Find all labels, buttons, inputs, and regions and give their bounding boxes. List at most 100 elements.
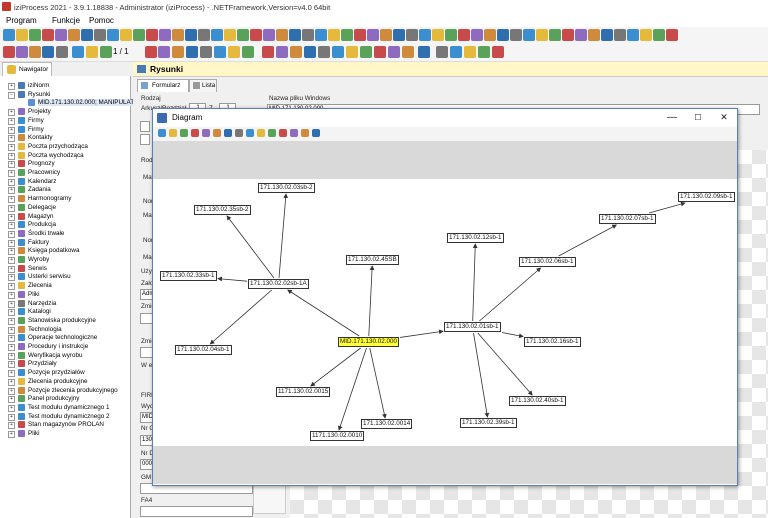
fa4-field[interactable] bbox=[140, 506, 253, 517]
nav-item[interactable]: + Pozycje zlecenia produkcyjnego bbox=[0, 386, 130, 396]
close-button[interactable]: ✕ bbox=[717, 112, 731, 123]
toolbar-button-3[interactable] bbox=[29, 29, 41, 41]
diagram-node[interactable]: 171.130.02.09sb-1 bbox=[678, 192, 735, 202]
tab-navigator[interactable]: Nawigator bbox=[2, 62, 52, 76]
nav-item[interactable]: + Procedury i instrukcje bbox=[0, 343, 130, 352]
nav-item[interactable]: MID.171.130.02.000; MANIPULAT bbox=[0, 99, 135, 108]
toolbar-button-12[interactable] bbox=[146, 29, 158, 41]
expand-toggle[interactable]: + bbox=[8, 352, 15, 360]
expand-toggle[interactable]: + bbox=[8, 309, 15, 317]
record-toolbar-button-4[interactable] bbox=[42, 46, 54, 58]
expand-toggle[interactable]: + bbox=[8, 178, 15, 186]
expand-toggle[interactable]: + bbox=[8, 248, 15, 256]
record-toolbar-button-30[interactable] bbox=[450, 46, 462, 58]
expand-toggle[interactable]: + bbox=[8, 404, 15, 412]
expand-toggle[interactable]: + bbox=[8, 326, 15, 334]
toolbar-button-13[interactable] bbox=[159, 29, 171, 41]
record-toolbar-button-17[interactable] bbox=[262, 46, 274, 58]
diagram-tool-7[interactable] bbox=[224, 129, 232, 137]
record-toolbar-button-9[interactable] bbox=[145, 46, 157, 58]
toolbar-button-2[interactable] bbox=[16, 29, 28, 41]
diagram-node[interactable]: 171.130.02.33sb-1 bbox=[160, 271, 217, 281]
toolbar-button-6[interactable] bbox=[68, 29, 80, 41]
expand-toggle[interactable]: + bbox=[8, 300, 15, 308]
diagram-node[interactable]: 171.130.02.40sb-1 bbox=[509, 396, 566, 406]
toolbar-button-41[interactable] bbox=[523, 29, 535, 41]
nav-item[interactable]: + Prognozy bbox=[0, 160, 130, 169]
toolbar-button-10[interactable] bbox=[120, 29, 132, 41]
diagram-node[interactable]: 171.130.02.01sb-1 bbox=[444, 322, 501, 332]
diagram-tool-12[interactable] bbox=[279, 129, 287, 137]
expand-toggle[interactable]: + bbox=[8, 317, 15, 325]
toolbar-button-11[interactable] bbox=[133, 29, 145, 41]
record-toolbar-button-12[interactable] bbox=[186, 46, 198, 58]
toolbar-button-16[interactable] bbox=[198, 29, 210, 41]
toolbar-button-42[interactable] bbox=[536, 29, 548, 41]
diagram-tool-2[interactable] bbox=[169, 129, 177, 137]
diagram-node[interactable]: 171.130.02.12sb-1 bbox=[447, 233, 504, 243]
nav-item[interactable]: + Serwis bbox=[0, 264, 130, 274]
nav-item[interactable]: + Pozycje przydziałów bbox=[0, 369, 130, 378]
toolbar-button-36[interactable] bbox=[458, 29, 470, 41]
record-toolbar-button-16[interactable] bbox=[242, 46, 254, 58]
nav-item[interactable]: + Faktury bbox=[0, 238, 130, 248]
expand-toggle[interactable]: + bbox=[8, 204, 15, 212]
record-toolbar-button-29[interactable] bbox=[436, 46, 448, 58]
expand-toggle[interactable]: + bbox=[8, 283, 15, 291]
expand-toggle[interactable]: + bbox=[8, 387, 15, 395]
nav-item[interactable]: + Pliki bbox=[0, 430, 130, 439]
diagram-tool-1[interactable] bbox=[158, 129, 166, 137]
toolbar-button-31[interactable] bbox=[393, 29, 405, 41]
nav-item[interactable]: + Test modułu dynamicznego 2 bbox=[0, 412, 130, 422]
record-toolbar-button-2[interactable] bbox=[16, 46, 28, 58]
toolbar-button-15[interactable] bbox=[185, 29, 197, 41]
record-toolbar-button-7[interactable] bbox=[86, 46, 98, 58]
toolbar-button-48[interactable] bbox=[614, 29, 626, 41]
diagram-node[interactable]: MID.171.130.02.000 bbox=[338, 337, 400, 347]
toolbar-button-26[interactable] bbox=[328, 29, 340, 41]
expand-toggle[interactable]: + bbox=[8, 187, 15, 195]
toolbar-button-25[interactable] bbox=[315, 29, 327, 41]
toolbar-button-8[interactable] bbox=[94, 29, 106, 41]
toolbar-button-22[interactable] bbox=[276, 29, 288, 41]
expand-toggle[interactable]: + bbox=[8, 83, 15, 90]
record-toolbar-button-22[interactable] bbox=[332, 46, 344, 58]
diagram-node[interactable]: 171.130.02.16sb-1 bbox=[524, 337, 581, 347]
diagram-tool-3[interactable] bbox=[180, 129, 188, 137]
toolbar-button-24[interactable] bbox=[302, 29, 314, 41]
menu-funkcje[interactable]: Funkcje bbox=[52, 16, 80, 25]
expand-toggle[interactable]: + bbox=[8, 170, 15, 177]
nav-item[interactable]: + Usterki serwisu bbox=[0, 273, 130, 282]
expand-toggle[interactable]: + bbox=[8, 361, 15, 369]
nav-item[interactable]: + Firmy bbox=[0, 116, 130, 126]
nav-item[interactable]: + Firmy bbox=[0, 125, 130, 135]
diagram-tool-8[interactable] bbox=[235, 129, 243, 137]
tab-lista[interactable]: Lista bbox=[189, 79, 217, 93]
nav-item[interactable]: + iziNorm bbox=[0, 82, 130, 91]
nav-item[interactable]: + Przydziały bbox=[0, 360, 130, 369]
nav-item[interactable]: − Rysunki bbox=[0, 90, 130, 100]
expand-toggle[interactable]: + bbox=[8, 344, 15, 351]
nav-item[interactable]: + Pliki bbox=[0, 290, 130, 300]
expand-toggle[interactable]: + bbox=[8, 239, 15, 247]
diagram-tool-6[interactable] bbox=[213, 129, 221, 137]
record-toolbar-button-24[interactable] bbox=[360, 46, 372, 58]
nav-item[interactable]: + Kalendarz bbox=[0, 177, 130, 187]
nav-item[interactable]: + Stanowiska produkcyjne bbox=[0, 316, 130, 326]
diagram-tool-14[interactable] bbox=[301, 129, 309, 137]
toolbar-button-44[interactable] bbox=[562, 29, 574, 41]
nav-item[interactable]: + Delegacje bbox=[0, 203, 130, 213]
nav-item[interactable]: + Księga podatkowa bbox=[0, 247, 130, 256]
toolbar-button-43[interactable] bbox=[549, 29, 561, 41]
toolbar-button-20[interactable] bbox=[250, 29, 262, 41]
expand-toggle[interactable]: + bbox=[8, 378, 15, 386]
expand-toggle[interactable]: + bbox=[8, 274, 15, 282]
toolbar-button-9[interactable] bbox=[107, 29, 119, 41]
toolbar-button-38[interactable] bbox=[484, 29, 496, 41]
toolbar-button-18[interactable] bbox=[224, 29, 236, 41]
record-toolbar-button-11[interactable] bbox=[172, 46, 184, 58]
nav-item[interactable]: + Technologia bbox=[0, 325, 130, 335]
expand-toggle[interactable]: + bbox=[8, 431, 15, 438]
toolbar-button-33[interactable] bbox=[419, 29, 431, 41]
diagram-node[interactable]: 171.130.02.02sb-1A bbox=[248, 279, 309, 289]
